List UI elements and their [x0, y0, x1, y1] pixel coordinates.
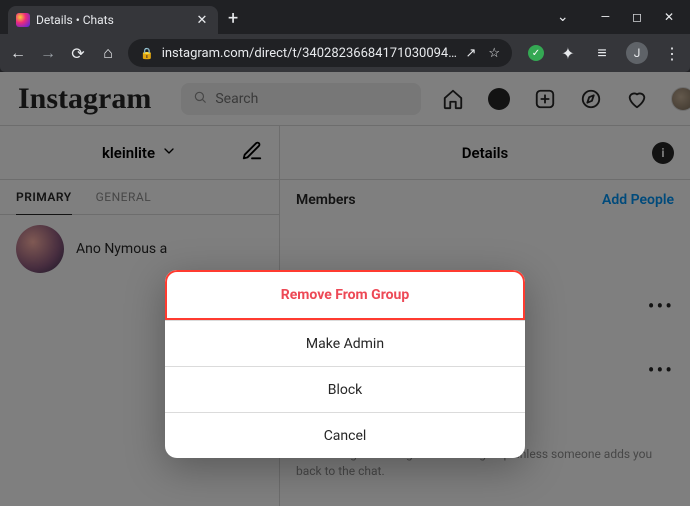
remove-from-group-button[interactable]: Remove From Group	[167, 272, 523, 318]
window-controls: ⌄ — ◻ ✕	[557, 0, 690, 34]
tab-title: Details • Chats	[36, 13, 188, 27]
home-button[interactable]: ⌂	[98, 43, 118, 63]
window-menu-icon[interactable]: ⌄	[557, 9, 569, 25]
security-check-icon[interactable]: ✓	[528, 45, 544, 61]
close-tab-icon[interactable]: ✕	[194, 13, 210, 28]
page-content: Instagram kleinlite PRIMARY	[0, 72, 690, 506]
back-button[interactable]: ←	[8, 43, 28, 63]
make-admin-button[interactable]: Make Admin	[165, 320, 525, 366]
close-window-button[interactable]: ✕	[664, 10, 674, 24]
url-text: instagram.com/direct/t/34028236684171030…	[162, 46, 458, 61]
profile-avatar[interactable]: J	[626, 42, 648, 64]
forward-button[interactable]: →	[38, 43, 58, 63]
block-button[interactable]: Block	[165, 366, 525, 412]
share-icon[interactable]: ↗	[465, 46, 476, 61]
member-action-modal: Remove From Group Make Admin Block Cance…	[165, 270, 525, 458]
new-tab-button[interactable]: +	[228, 8, 238, 29]
bookmark-icon[interactable]: ☆	[488, 46, 500, 61]
address-bar[interactable]: 🔒 instagram.com/direct/t/340282366841710…	[128, 39, 512, 67]
minimize-button[interactable]: —	[601, 10, 610, 24]
reading-list-icon[interactable]: ≡	[592, 43, 612, 63]
window-titlebar: Details • Chats ✕ + ⌄ — ◻ ✕	[0, 0, 690, 34]
reload-button[interactable]: ⟳	[68, 44, 88, 63]
kebab-menu-icon[interactable]: ⋮	[662, 44, 682, 63]
extensions-icon[interactable]: ✦	[558, 44, 578, 63]
browser-toolbar: ← → ⟳ ⌂ 🔒 instagram.com/direct/t/3402823…	[0, 34, 690, 72]
maximize-button[interactable]: ◻	[632, 10, 642, 24]
browser-tab[interactable]: Details • Chats ✕	[8, 6, 218, 34]
cancel-button[interactable]: Cancel	[165, 412, 525, 458]
lock-icon: 🔒	[140, 47, 154, 60]
instagram-favicon	[16, 13, 30, 27]
